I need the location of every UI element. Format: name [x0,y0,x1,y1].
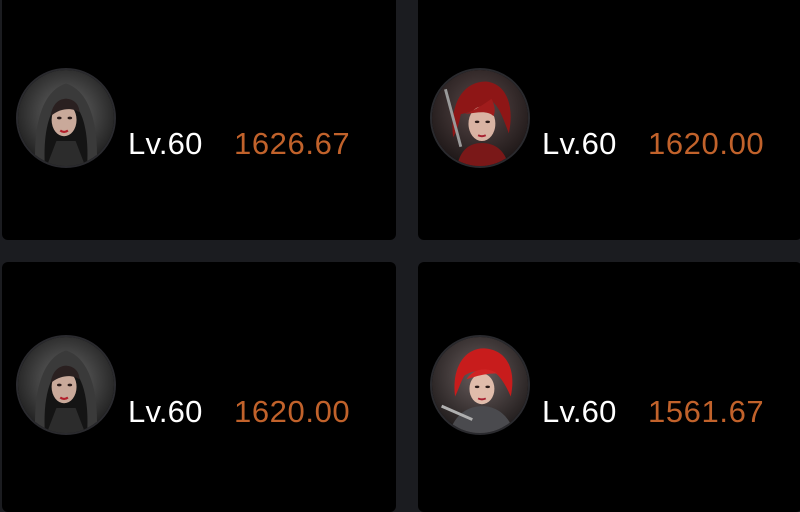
red-haired-swordswoman-avatar [430,335,530,435]
level-label: Lv.60 [128,126,203,161]
red-haired-warrior-avatar [430,68,530,168]
character-card[interactable]: Lv.60 1561.67 [418,262,800,512]
hooded-assassin-avatar [16,335,116,435]
character-card[interactable]: Lv.60 1620.00 [2,262,396,512]
score-value: 1561.67 [648,394,765,429]
score-value: 1620.00 [234,394,351,429]
character-card[interactable]: Lv.60 1620.00 [418,0,800,240]
level-label: Lv.60 [542,126,617,161]
score-value: 1620.00 [648,126,765,161]
level-label: Lv.60 [128,394,203,429]
hooded-assassin-avatar [16,68,116,168]
character-card[interactable]: Lv.60 1626.67 [2,0,396,240]
level-label: Lv.60 [542,394,617,429]
score-value: 1626.67 [234,126,351,161]
character-grid: Lv.60 1626.67 Lv.60 1620.00 Lv.60 1620.0… [0,0,800,512]
